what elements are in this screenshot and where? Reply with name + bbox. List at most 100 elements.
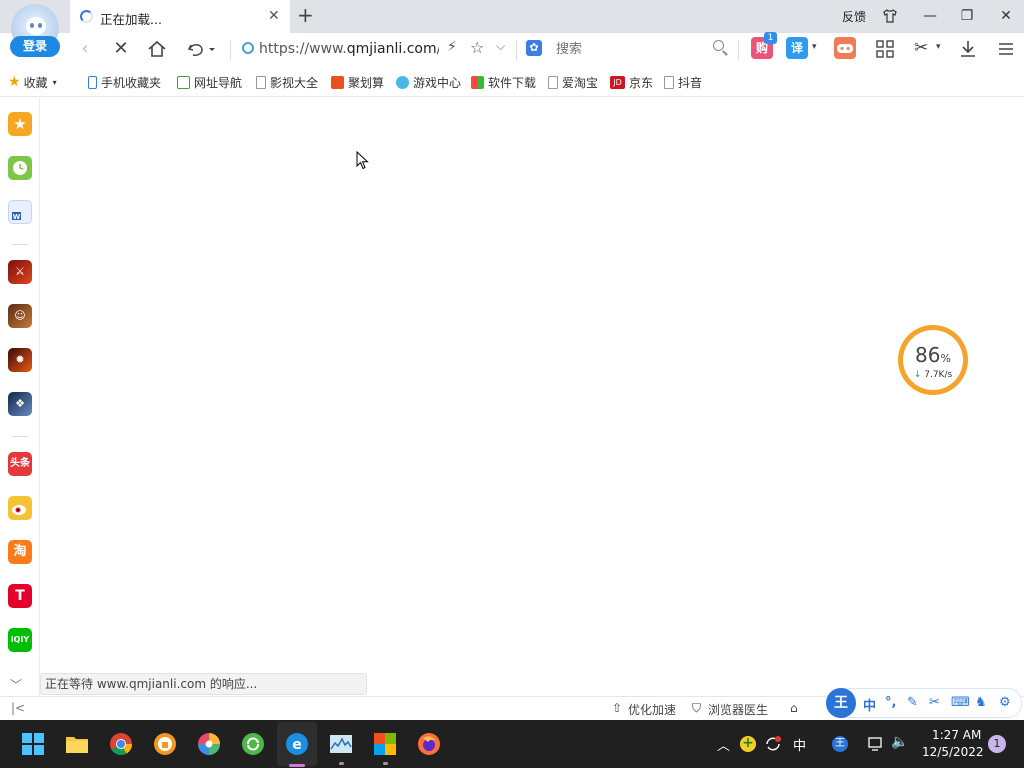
menu-icon[interactable] [997,40,1015,58]
avatar-eye-icon [38,23,42,28]
jd-icon: JD [610,75,625,89]
skin-shirt-icon[interactable] [878,5,902,27]
game-character-icon [396,75,409,89]
favorites-star-icon[interactable]: ★ [8,112,32,136]
skin-shirt-icon[interactable]: ♞ [975,695,987,710]
game-app-icon[interactable]: ✹ [8,348,32,372]
toolbox-icon[interactable]: ⌂ [790,701,798,715]
colorful-app-icon[interactable] [373,732,397,756]
chevron-down-icon[interactable]: ⌵ [496,39,505,54]
network-speed-widget[interactable]: 86% ↓ 7.7K/s [898,325,968,395]
chevron-down-icon[interactable]: ﹀ [10,676,22,693]
tray-clock-time[interactable]: 1:27 AM [932,728,981,742]
weibo-icon[interactable] [8,496,32,520]
game-app-icon[interactable]: ⚔ [8,260,32,284]
navigation-bar: ‹ ✕ https://www.qmjianli.com/1 ⚡ ☆ ⌵ [0,33,1024,66]
browser-doctor-button[interactable]: 浏览器医生 [708,701,768,718]
tab-close-icon[interactable]: ✕ [268,8,280,24]
address-bar[interactable]: https://www.qmjianli.com/1 ⚡ ☆ ⌵ [238,37,513,62]
browser-e-icon[interactable]: e [285,732,309,756]
translate-dropdown-icon[interactable]: ▾ [812,42,817,52]
search-input[interactable] [556,37,706,61]
optimize-speed-button[interactable]: 优化加速 [628,701,676,718]
tray-ime-icon[interactable]: 王 [832,736,848,752]
tray-chevron-up-icon[interactable]: ︿ [717,735,730,754]
search-engine-paw-icon[interactable]: ✿ [526,40,542,56]
bookmark-label: 影视大全 [270,75,319,90]
taobao-app-icon[interactable]: 淘 [8,540,32,564]
url-text[interactable]: https://www.qmjianli.com/1 [259,41,439,57]
game-app-icon[interactable]: ☺ [8,304,32,328]
ime-mode-toggle[interactable]: 中 [863,695,876,714]
undo-close-icon[interactable] [184,37,218,61]
bookmark-juhuasuan[interactable]: 聚划算 [331,74,384,90]
keyboard-icon[interactable]: ⌨ [951,695,970,710]
bookmark-favorites[interactable]: ★ 收藏 ▾ [8,74,57,90]
login-button[interactable]: 登录 [10,36,60,57]
divider [230,40,231,60]
page-icon [256,75,266,89]
ime-logo[interactable]: 王 [826,688,856,718]
handwriting-pen-icon[interactable]: ✎ [907,695,918,710]
game-app-icon[interactable]: ❖ [8,392,32,416]
bookmark-mobile-favorites[interactable]: 手机收藏夹 [88,74,161,90]
tray-plus-app-icon[interactable]: + [740,736,756,752]
tray-clock-date[interactable]: 12/5/2022 [922,745,984,759]
scissors-dropdown-icon[interactable]: ▾ [936,42,941,52]
file-explorer-icon[interactable] [65,732,89,756]
tab-loading[interactable]: 正在加载... ✕ [70,0,290,33]
vpn-app-icon[interactable] [153,732,177,756]
tmall-app-icon[interactable]: T [8,584,32,608]
collapse-sidebar-icon[interactable]: |< [11,701,25,715]
bookmark-douyin[interactable]: 抖音 [664,74,702,90]
search-icon[interactable] [712,39,728,56]
lightning-mode-icon[interactable]: ⚡ [447,39,457,55]
favorite-star-icon[interactable]: ☆ [470,38,484,57]
green-refresh-app-icon[interactable] [241,732,265,756]
running-app-indicator [339,762,344,765]
bookmark-jd[interactable]: JD 京东 [610,74,653,90]
svg-text:e: e [292,737,302,753]
user-avatar[interactable]: 登录 [8,4,62,60]
left-sidebar: ★ W ⚔ ☺ ✹ ❖ 头条 淘 T iQIY [0,98,40,696]
stop-loading-icon[interactable]: ✕ [108,37,134,61]
tray-sync-icon[interactable] [764,735,782,753]
tray-input-language[interactable]: 中 [793,735,806,754]
game-controller-extension[interactable] [834,37,856,59]
chrome-icon[interactable] [109,732,133,756]
avatar-eye-icon [30,23,34,28]
firefox-icon[interactable] [417,732,441,756]
maximize-button[interactable]: ❐ [955,5,979,27]
word-document-icon[interactable]: W [8,200,32,224]
notification-count-badge[interactable]: 1 [988,735,1006,753]
home-icon[interactable] [144,37,170,61]
windows-taskbar: e ︿ + 中 王 🔈 1:27 AM 12/5/2022 1 [0,720,1024,768]
bookmark-nav[interactable]: 网址导航 [177,74,242,90]
task-manager-icon[interactable] [329,732,353,756]
bookmark-software[interactable]: 软件下载 [471,74,536,90]
new-tab-button[interactable]: + [297,3,314,27]
bookmark-video[interactable]: 影视大全 [256,74,318,90]
tray-volume-icon[interactable]: 🔈 [891,734,908,750]
feedback-button[interactable]: 反馈 [842,8,866,25]
windows-start-icon[interactable] [21,732,45,756]
pinwheel-app-icon[interactable] [197,732,221,756]
toutiao-app-icon[interactable]: 头条 [8,452,32,476]
page-content-blank[interactable] [41,98,1024,696]
translate-extension[interactable]: 译 [786,37,808,59]
history-clock-icon[interactable] [8,156,32,180]
close-window-button[interactable]: ✕ [994,5,1018,27]
tray-network-icon[interactable] [868,736,886,752]
divider [516,40,517,60]
back-icon[interactable]: ‹ [72,37,98,61]
apps-grid-icon[interactable] [876,40,894,58]
download-icon[interactable] [958,39,978,59]
settings-gear-icon[interactable]: ⚙ [999,695,1011,710]
bookmark-aitaobao[interactable]: 爱淘宝 [548,74,598,90]
iqiyi-app-icon[interactable]: iQIY [8,628,32,652]
minimize-button[interactable]: — [918,5,942,27]
scissors-icon[interactable]: ✂ [929,695,940,710]
punctuation-icon[interactable]: °, [885,695,896,710]
bookmark-games[interactable]: 游戏中心 [396,74,461,90]
screenshot-scissors-icon[interactable]: ✂ [914,38,928,58]
